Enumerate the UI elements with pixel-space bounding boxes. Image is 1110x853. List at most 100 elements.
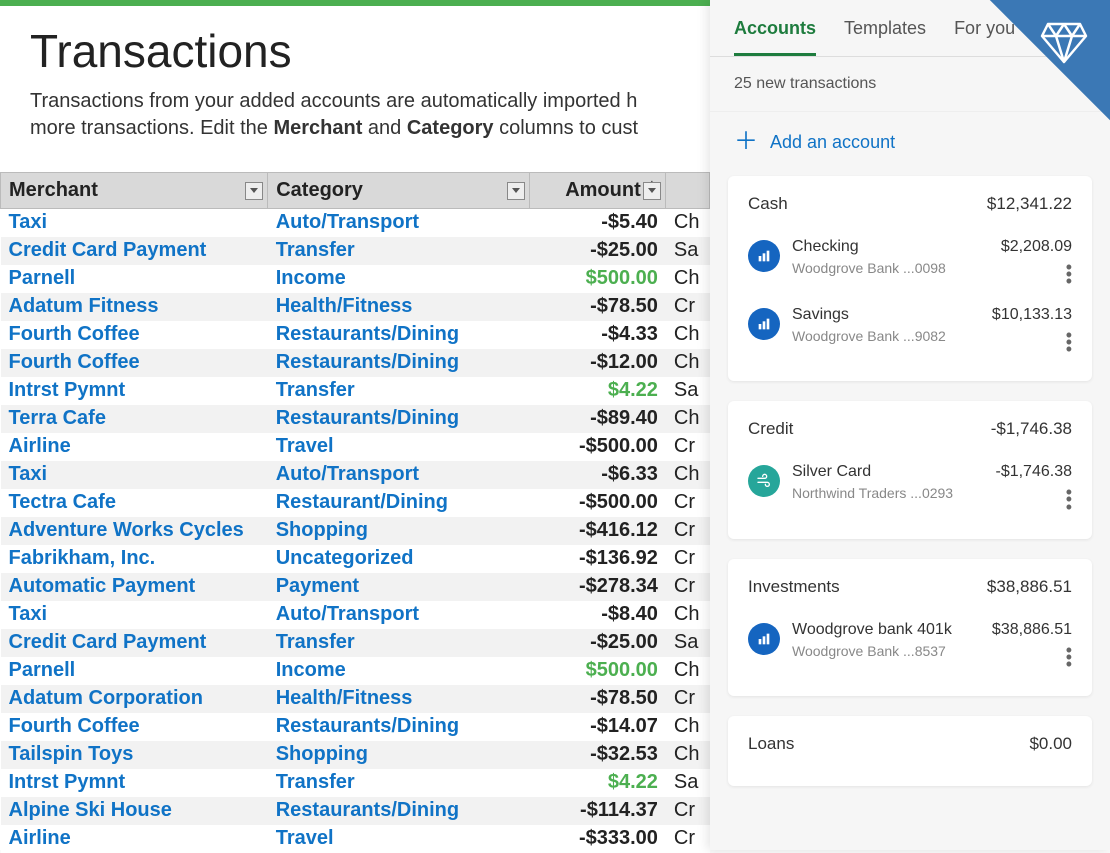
category-cell[interactable]: Travel <box>268 433 530 461</box>
table-row[interactable]: Intrst PymntTransfer$4.22Sa <box>1 377 710 405</box>
merchant-cell[interactable]: Adatum Corporation <box>1 685 268 713</box>
account-partial-cell: Cr <box>666 517 710 545</box>
table-row[interactable]: Tailspin ToysShopping-$32.53Ch <box>1 741 710 769</box>
column-merchant[interactable]: Merchant <box>1 173 268 209</box>
category-cell[interactable]: Transfer <box>268 629 530 657</box>
amount-cell: -$6.33 <box>530 461 666 489</box>
table-row[interactable]: Tectra CafeRestaurant/Dining-$500.00Cr <box>1 489 710 517</box>
merchant-cell[interactable]: Parnell <box>1 657 268 685</box>
table-row[interactable]: ParnellIncome$500.00Ch <box>1 657 710 685</box>
category-cell[interactable]: Restaurants/Dining <box>268 405 530 433</box>
merchant-cell[interactable]: Alpine Ski House <box>1 797 268 825</box>
table-row[interactable]: Adatum CorporationHealth/Fitness-$78.50C… <box>1 685 710 713</box>
table-row[interactable]: Fabrikham, Inc.Uncategorized-$136.92Cr <box>1 545 710 573</box>
merchant-cell[interactable]: Credit Card Payment <box>1 237 268 265</box>
more-icon[interactable]: ••• <box>995 489 1072 511</box>
merchant-cell[interactable]: Fourth Coffee <box>1 349 268 377</box>
merchant-cell[interactable]: Taxi <box>1 209 268 237</box>
merchant-cell[interactable]: Terra Cafe <box>1 405 268 433</box>
table-row[interactable]: Automatic PaymentPayment-$278.34Cr <box>1 573 710 601</box>
table-row[interactable]: Credit Card PaymentTransfer-$25.00Sa <box>1 629 710 657</box>
merchant-cell[interactable]: Tailspin Toys <box>1 741 268 769</box>
merchant-cell[interactable]: Taxi <box>1 461 268 489</box>
table-row[interactable]: Credit Card PaymentTransfer-$25.00Sa <box>1 237 710 265</box>
table-row[interactable]: AirlineTravel-$333.00Cr <box>1 825 710 853</box>
category-cell[interactable]: Auto/Transport <box>268 601 530 629</box>
table-row[interactable]: Alpine Ski HouseRestaurants/Dining-$114.… <box>1 797 710 825</box>
tab-accounts[interactable]: Accounts <box>734 18 816 56</box>
filter-amount-icon[interactable] <box>643 182 661 200</box>
category-cell[interactable]: Payment <box>268 573 530 601</box>
merchant-cell[interactable]: Parnell <box>1 265 268 293</box>
account-partial-cell: Ch <box>666 321 710 349</box>
table-row[interactable]: TaxiAuto/Transport-$8.40Ch <box>1 601 710 629</box>
merchant-cell[interactable]: Fabrikham, Inc. <box>1 545 268 573</box>
category-cell[interactable]: Restaurant/Dining <box>268 489 530 517</box>
category-cell[interactable]: Shopping <box>268 517 530 545</box>
category-cell[interactable]: Transfer <box>268 377 530 405</box>
tab-templates[interactable]: Templates <box>844 18 926 56</box>
table-row[interactable]: AirlineTravel-$500.00Cr <box>1 433 710 461</box>
merchant-cell[interactable]: Automatic Payment <box>1 573 268 601</box>
table-row[interactable]: TaxiAuto/Transport-$6.33Ch <box>1 461 710 489</box>
category-cell[interactable]: Restaurants/Dining <box>268 797 530 825</box>
category-cell[interactable]: Auto/Transport <box>268 209 530 237</box>
category-cell[interactable]: Shopping <box>268 741 530 769</box>
category-cell[interactable]: Health/Fitness <box>268 293 530 321</box>
account-row[interactable]: CheckingWoodgrove Bank ...0098$2,208.09•… <box>748 228 1072 296</box>
category-cell[interactable]: Travel <box>268 825 530 853</box>
category-cell[interactable]: Income <box>268 657 530 685</box>
table-row[interactable]: Adventure Works CyclesShopping-$416.12Cr <box>1 517 710 545</box>
merchant-cell[interactable]: Airline <box>1 433 268 461</box>
account-name: Savings <box>792 306 980 324</box>
transactions-panel: Transactions Transactions from your adde… <box>0 6 710 850</box>
group-header: Loans$0.00 <box>748 734 1072 754</box>
table-row[interactable]: Intrst PymntTransfer$4.22Sa <box>1 769 710 797</box>
category-cell[interactable]: Health/Fitness <box>268 685 530 713</box>
account-row[interactable]: Silver CardNorthwind Traders ...0293-$1,… <box>748 453 1072 521</box>
account-partial-cell: Sa <box>666 237 710 265</box>
merchant-cell[interactable]: Fourth Coffee <box>1 713 268 741</box>
category-cell[interactable]: Restaurants/Dining <box>268 321 530 349</box>
category-cell[interactable]: Transfer <box>268 237 530 265</box>
filter-category-icon[interactable] <box>507 182 525 200</box>
table-row[interactable]: Fourth CoffeeRestaurants/Dining-$4.33Ch <box>1 321 710 349</box>
merchant-cell[interactable]: Adventure Works Cycles <box>1 517 268 545</box>
column-category[interactable]: Category <box>268 173 530 209</box>
merchant-cell[interactable]: Adatum Fitness <box>1 293 268 321</box>
category-cell[interactable]: Auto/Transport <box>268 461 530 489</box>
amount-cell: $4.22 <box>530 377 666 405</box>
account-bank: Northwind Traders ...0293 <box>792 485 983 501</box>
account-partial-cell: Cr <box>666 825 710 853</box>
account-row[interactable]: SavingsWoodgrove Bank ...9082$10,133.13•… <box>748 296 1072 364</box>
category-cell[interactable]: Transfer <box>268 769 530 797</box>
filter-merchant-icon[interactable] <box>245 182 263 200</box>
merchant-cell[interactable]: Intrst Pymnt <box>1 769 268 797</box>
merchant-cell[interactable]: Tectra Cafe <box>1 489 268 517</box>
merchant-cell[interactable]: Fourth Coffee <box>1 321 268 349</box>
table-row[interactable]: Terra CafeRestaurants/Dining-$89.40Ch <box>1 405 710 433</box>
merchant-cell[interactable]: Intrst Pymnt <box>1 377 268 405</box>
table-row[interactable]: Fourth CoffeeRestaurants/Dining-$14.07Ch <box>1 713 710 741</box>
account-group-investments: Investments$38,886.51Woodgrove bank 401k… <box>728 559 1092 697</box>
account-partial-cell: Cr <box>666 797 710 825</box>
merchant-cell[interactable]: Credit Card Payment <box>1 629 268 657</box>
more-icon[interactable]: ••• <box>1001 264 1072 286</box>
category-cell[interactable]: Income <box>268 265 530 293</box>
table-row[interactable]: Adatum FitnessHealth/Fitness-$78.50Cr <box>1 293 710 321</box>
more-icon[interactable]: ••• <box>992 647 1072 669</box>
group-name: Cash <box>748 194 788 214</box>
category-cell[interactable]: Restaurants/Dining <box>268 349 530 377</box>
column-amount[interactable]: Amount $ <box>530 173 666 209</box>
more-icon[interactable]: ••• <box>992 332 1072 354</box>
merchant-cell[interactable]: Airline <box>1 825 268 853</box>
table-row[interactable]: Fourth CoffeeRestaurants/Dining-$12.00Ch <box>1 349 710 377</box>
amount-cell: -$500.00 <box>530 489 666 517</box>
merchant-cell[interactable]: Taxi <box>1 601 268 629</box>
table-row[interactable]: TaxiAuto/Transport-$5.40Ch <box>1 209 710 237</box>
category-cell[interactable]: Uncategorized <box>268 545 530 573</box>
table-row[interactable]: ParnellIncome$500.00Ch <box>1 265 710 293</box>
group-name: Investments <box>748 577 840 597</box>
account-row[interactable]: Woodgrove bank 401kWoodgrove Bank ...853… <box>748 611 1072 679</box>
category-cell[interactable]: Restaurants/Dining <box>268 713 530 741</box>
